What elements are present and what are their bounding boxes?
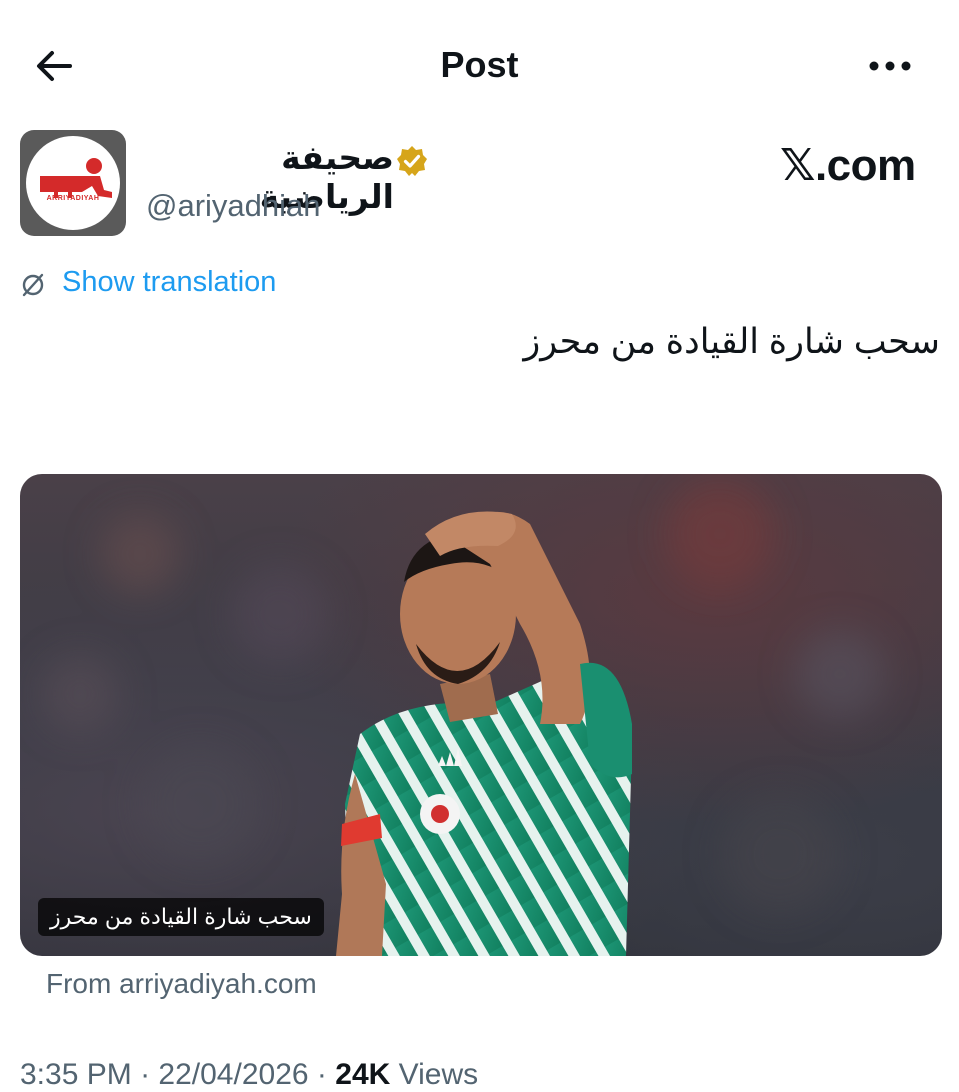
separator-dot: · bbox=[140, 1058, 151, 1091]
more-horizontal-icon bbox=[869, 61, 911, 71]
avatar[interactable]: ARRIYADIYAH bbox=[20, 130, 126, 236]
post-date[interactable]: 22/04/2026 bbox=[158, 1058, 308, 1091]
link-source[interactable]: From arriyadiyah.com bbox=[46, 968, 317, 1000]
more-options-button[interactable] bbox=[860, 42, 920, 90]
avatar-logo-text: ARRIYADIYAH bbox=[46, 195, 100, 202]
x-com-watermark: 𝕏.com bbox=[780, 141, 916, 190]
post-time[interactable]: 3:35 PM bbox=[20, 1058, 132, 1091]
image-caption: سحب شارة القيادة من محرز bbox=[38, 898, 324, 936]
views-label: Views bbox=[398, 1058, 479, 1091]
post-image[interactable] bbox=[20, 474, 942, 956]
post-meta: 3:35 PM · 22/04/2026 · 24K Views bbox=[20, 1058, 478, 1092]
verified-gold-badge-icon bbox=[397, 146, 427, 176]
post-text: سحب شارة القيادة من محرز bbox=[523, 322, 940, 361]
page-title: Post bbox=[440, 44, 519, 85]
footballer-photo bbox=[40, 479, 885, 956]
show-translation-link[interactable]: Show translation bbox=[62, 266, 276, 299]
views-count: 24K bbox=[335, 1058, 391, 1091]
newspaper-logo-icon bbox=[40, 158, 112, 198]
author-handle[interactable]: @ariyadhiah bbox=[146, 188, 321, 224]
separator-dot: · bbox=[316, 1058, 327, 1091]
translate-icon bbox=[22, 273, 44, 297]
